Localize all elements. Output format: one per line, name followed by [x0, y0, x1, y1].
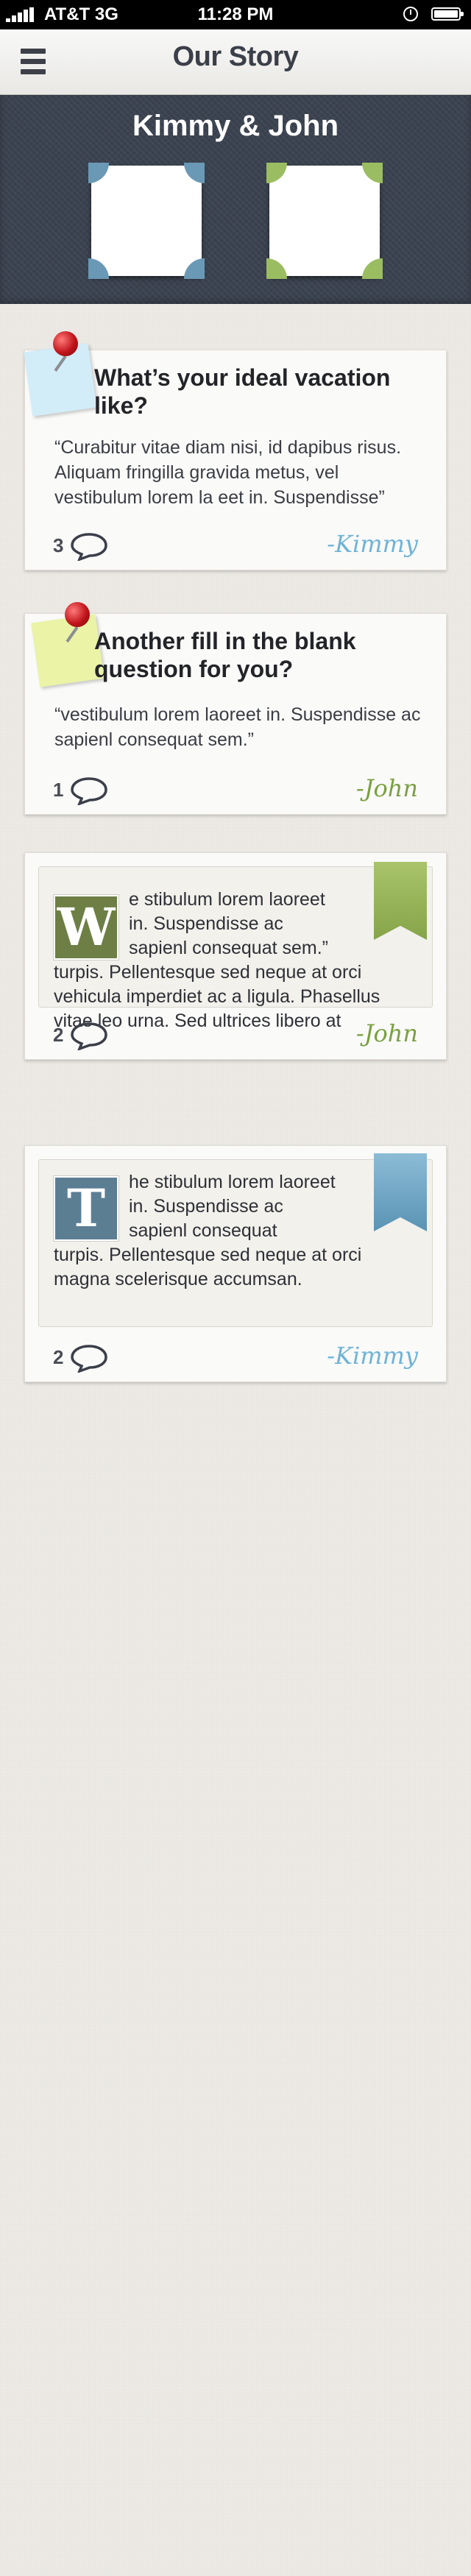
comment-count: 2 — [53, 1024, 64, 1046]
battery-icon — [431, 7, 464, 21]
question-card[interactable]: What’s your ideal vacation like? “Curabi… — [24, 331, 447, 570]
author-signature: -John — [355, 774, 418, 802]
card-footer: 2 -Kimmy — [25, 1334, 446, 1381]
comment-count: 1 — [53, 779, 64, 801]
john-photo-frame[interactable] — [266, 163, 383, 279]
alarm-icon — [403, 7, 418, 21]
author-signature: -John — [355, 1019, 418, 1047]
question-text: Another fill in the blank question for y… — [94, 628, 356, 682]
author-signature: -Kimmy — [327, 1342, 418, 1370]
comment-count: 2 — [53, 1346, 64, 1368]
push-pin-icon — [65, 602, 90, 627]
comment-count: 3 — [53, 534, 64, 556]
page-title: Our Story — [172, 41, 299, 72]
story-excerpt: T he stibulum lorem laoreet in. Suspendi… — [38, 1159, 433, 1327]
sticky-note — [31, 614, 105, 687]
navigation-bar: Our Story — [0, 29, 471, 95]
excerpt-lead: e stibulum lorem laoreet in. Suspendisse… — [129, 889, 328, 958]
excerpt-body: turpis. Pellentesque sed neque at orci m… — [54, 1245, 362, 1289]
story-excerpt: W e stibulum lorem laoreet in. Suspendis… — [38, 866, 433, 1031]
answer-text: “vestibulum lorem laoreet in. Suspendiss… — [54, 704, 421, 750]
question-card[interactable]: Another fill in the blank question for y… — [24, 602, 447, 815]
excerpt-text: he stibulum lorem laoreet in. Suspendiss… — [54, 1170, 417, 1292]
card-footer: 3 -Kimmy — [25, 523, 446, 570]
comment-bubble-icon[interactable] — [69, 531, 109, 561]
comment-bubble-icon[interactable] — [69, 776, 109, 805]
couple-names: Kimmy & John — [132, 110, 339, 142]
story-card[interactable]: W e stibulum lorem laoreet in. Suspendis… — [24, 852, 447, 1060]
status-bar: AT&T 3G 11:28 PM — [0, 0, 471, 29]
card-footer: 2 -John — [25, 1012, 446, 1059]
status-time: 11:28 PM — [197, 4, 274, 24]
question-text: What’s your ideal vacation like? — [94, 364, 391, 419]
card-footer: 1 -John — [25, 767, 446, 814]
couple-header: Kimmy & John — [0, 95, 471, 304]
comment-bubble-icon[interactable] — [69, 1343, 109, 1373]
story-card[interactable]: T he stibulum lorem laoreet in. Suspendi… — [24, 1145, 447, 1382]
excerpt-lead: he stibulum lorem laoreet in. Suspendiss… — [129, 1172, 336, 1241]
kimmy-photo-frame[interactable] — [88, 163, 205, 279]
push-pin-icon — [53, 331, 78, 356]
comment-bubble-icon[interactable] — [69, 1021, 109, 1050]
author-signature: -Kimmy — [327, 530, 418, 558]
answer-text: “Curabitur vitae diam nisi, id dapibus r… — [54, 437, 402, 508]
